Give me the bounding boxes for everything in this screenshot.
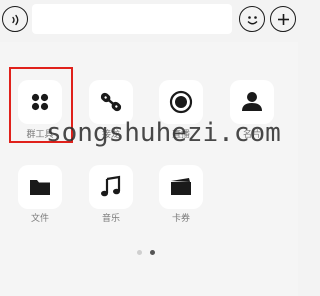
page-indicator-dot-1: [137, 250, 142, 255]
music-note-icon: [101, 175, 121, 197]
emoji-icon: [247, 16, 258, 25]
voice-button[interactable]: [2, 6, 28, 32]
watermark-text: songshuhezi.com: [46, 118, 281, 148]
more-button[interactable]: [270, 6, 296, 32]
plus-icon: [278, 14, 289, 25]
coupon-button[interactable]: [159, 165, 203, 209]
coupon-label: 卡券: [171, 213, 190, 223]
chat-input-bar: [0, 0, 298, 42]
music-button[interactable]: [89, 165, 133, 209]
file-label: 文件: [30, 213, 49, 223]
wallet-icon: [171, 178, 191, 195]
message-input[interactable]: [32, 4, 232, 34]
music-label: 音乐: [101, 213, 120, 223]
folder-icon: [30, 180, 50, 195]
emoji-button[interactable]: [239, 6, 265, 32]
file-button[interactable]: [18, 165, 62, 209]
page-indicator-dot-2-active: [150, 250, 155, 255]
voice-icon: [12, 14, 19, 26]
